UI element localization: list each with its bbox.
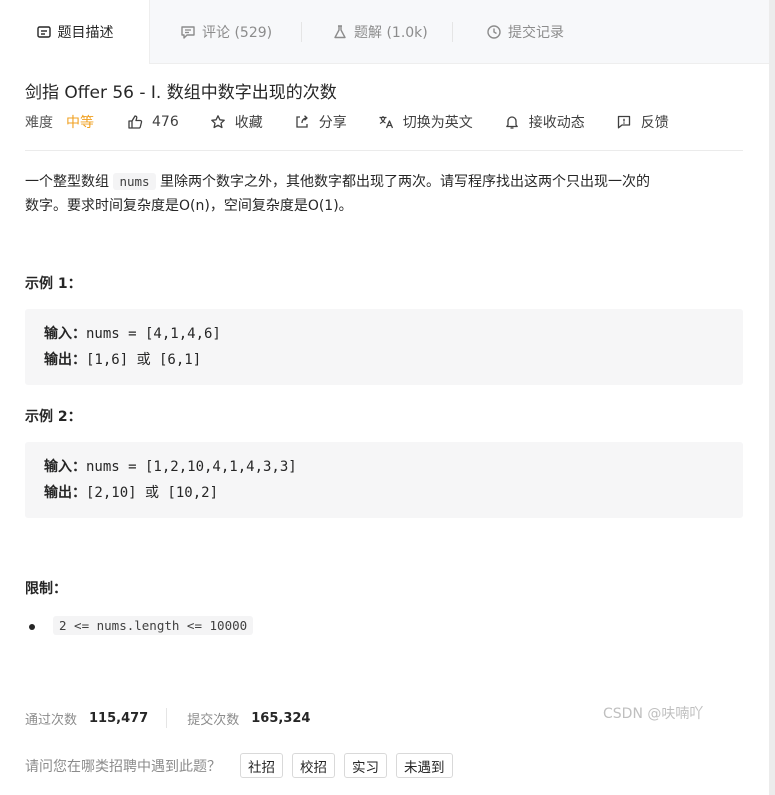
feedback-label: 反馈 [640, 115, 669, 131]
submitted-count: 165,324 [251, 710, 311, 726]
difficulty-badge: 中等 [66, 115, 94, 131]
tab-submissions[interactable]: 提交记录 [453, 0, 580, 64]
like-button[interactable]: 476 [127, 114, 179, 130]
example-1-title: 示例 1： [25, 276, 82, 292]
accepted-count: 115,477 [89, 710, 149, 726]
input-label: 输入： [44, 459, 86, 475]
share-icon [296, 115, 308, 128]
example-1-block: 输入：nums = [4,1,4,6] 输出：[1,6] 或 [6,1] [25, 309, 743, 385]
feedback-icon [617, 115, 630, 129]
example-1-output: 输出：[1,6] 或 [6,1] [44, 347, 724, 373]
description-text: 里除两个数字之外，其他数字都出现了两次。请写程序找出这两个只出现一次的 [155, 174, 651, 190]
submission-stats: 通过次数 115,477 提交次数 165,324 [25, 708, 328, 728]
stats-divider [166, 708, 168, 728]
tab-comments[interactable]: 评论 (529) [150, 0, 302, 64]
recruitment-survey: 请问您在哪类招聘中遇到此题？ 社招 校招 实习 未遇到 [25, 753, 462, 778]
constraint-code: 2 <= nums.length <= 10000 [53, 616, 254, 635]
tab-solutions[interactable]: 题解 (1.0k) [302, 0, 453, 64]
translate-icon [379, 116, 393, 129]
input-label: 输入： [44, 326, 86, 342]
tab-description-label: 题目描述 [57, 25, 114, 41]
share-button[interactable]: 分享 [294, 112, 347, 132]
input-value: nums = [1,2,10,4,1,4,3,3] [86, 459, 297, 475]
favorite-button[interactable]: 收藏 [210, 112, 263, 132]
problem-page: 题目描述 评论 (529) 题解 (1.0k) 提交记录 剑指 Offer 56… [0, 0, 775, 795]
document-icon [36, 24, 52, 40]
comment-icon [180, 24, 196, 40]
output-label: 输出： [44, 485, 86, 501]
submitted-label: 提交次数 [187, 712, 240, 728]
star-icon [210, 115, 225, 129]
description-line-2: 数字。要求时间复杂度是O(n)，空间复杂度是O(1)。 [25, 198, 353, 214]
output-value: [1,6] 或 [6,1] [86, 352, 202, 368]
favorite-label: 收藏 [234, 115, 263, 131]
like-count: 476 [152, 114, 179, 130]
meta-divider [25, 150, 743, 151]
thumbs-up-icon [128, 115, 143, 129]
notify-button[interactable]: 接收动态 [504, 112, 585, 132]
example-2-block: 输入：nums = [1,2,10,4,1,4,3,3] 输出：[2,10] 或… [25, 442, 743, 518]
share-label: 分享 [318, 115, 347, 131]
survey-option-campus[interactable]: 校招 [292, 753, 335, 778]
bell-icon [505, 116, 518, 129]
survey-option-internship[interactable]: 实习 [344, 753, 387, 778]
survey-option-social[interactable]: 社招 [240, 753, 283, 778]
watermark: CSDN @呋喃吖 [603, 706, 704, 722]
problem-title: 剑指 Offer 56 - I. 数组中数字出现的次数 [25, 83, 337, 103]
example-1-input: 输入：nums = [4,1,4,6] [44, 321, 724, 347]
tab-submissions-label: 提交记录 [508, 25, 564, 41]
feedback-button[interactable]: 反馈 [616, 112, 669, 132]
bullet [29, 624, 35, 630]
inline-code-nums: nums [113, 173, 156, 190]
output-label: 输出： [44, 352, 86, 368]
example-2-output: 输出：[2,10] 或 [10,2] [44, 480, 724, 506]
description-line-1: 一个整型数组 nums 里除两个数字之外，其他数字都出现了两次。请写程序找出这两… [25, 170, 745, 194]
input-value: nums = [4,1,4,6] [86, 326, 221, 342]
survey-question: 请问您在哪类招聘中遇到此题？ [25, 758, 221, 775]
tab-solutions-label: 题解 (1.0k) [354, 25, 428, 41]
problem-meta-bar: 难度 中等 476 收藏 分享 切换为英文 接收动态 反馈 [25, 111, 700, 133]
output-value: [2,10] 或 [10,2] [86, 485, 219, 501]
example-2-title: 示例 2： [25, 409, 82, 425]
survey-option-not-encountered[interactable]: 未遇到 [396, 753, 453, 778]
notify-label: 接收动态 [528, 115, 585, 131]
switch-language-label: 切换为英文 [402, 115, 473, 131]
constraint-item: 2 <= nums.length <= 10000 [29, 616, 254, 635]
scrollbar-track[interactable] [769, 0, 775, 795]
example-2-input: 输入：nums = [1,2,10,4,1,4,3,3] [44, 454, 724, 480]
tab-bar: 题目描述 评论 (529) 题解 (1.0k) 提交记录 [0, 0, 769, 64]
flask-icon [332, 24, 348, 40]
accepted-label: 通过次数 [25, 712, 78, 728]
constraints-title: 限制： [25, 581, 67, 597]
difficulty-label: 难度 [25, 115, 53, 131]
clock-icon [486, 24, 502, 40]
tab-comments-label: 评论 (529) [202, 25, 273, 41]
switch-language-button[interactable]: 切换为英文 [378, 112, 473, 132]
problem-description: 一个整型数组 nums 里除两个数字之外，其他数字都出现了两次。请写程序找出这两… [25, 170, 745, 218]
tab-description[interactable]: 题目描述 [0, 0, 150, 64]
description-text: 一个整型数组 [25, 174, 114, 190]
